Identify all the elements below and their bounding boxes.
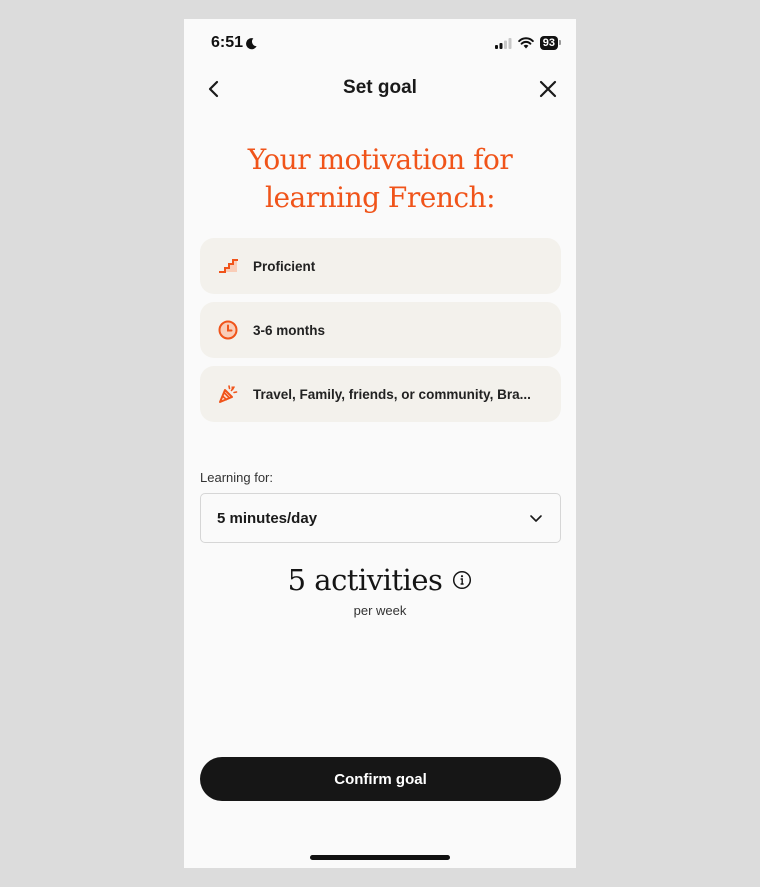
activities-subtitle: per week — [353, 603, 407, 618]
activities-summary: 5 activities — [184, 563, 576, 597]
card-label: Proficient — [253, 258, 316, 274]
stairs-icon — [219, 259, 238, 273]
info-icon[interactable] — [452, 570, 472, 590]
status-icons: 93 — [494, 36, 562, 50]
status-bar: 6:51 93 — [184, 19, 576, 69]
card-label: 3-6 months — [253, 322, 326, 338]
activities-count: 5 activities — [287, 563, 443, 597]
home-indicator[interactable] — [310, 855, 450, 860]
card-level[interactable]: Proficient — [200, 238, 561, 294]
phone-screen: 6:51 93 Set goal Your motivation for lea… — [184, 19, 576, 868]
status-time: 6:51 — [211, 34, 258, 52]
motivation-cards: Proficient 3-6 months Travel, Family, fr… — [200, 238, 561, 430]
nav-bar: Set goal — [184, 71, 576, 107]
battery-icon: 93 — [539, 36, 562, 50]
wifi-icon — [517, 37, 534, 49]
learning-duration-select[interactable]: 5 minutes/day — [200, 493, 561, 543]
select-value: 5 minutes/day — [217, 509, 318, 527]
headline-line-1: Your motivation for — [247, 143, 513, 176]
clock-icon — [218, 320, 238, 340]
confirm-goal-button[interactable]: Confirm goal — [200, 757, 561, 801]
moon-icon — [246, 37, 257, 49]
signal-icon — [494, 37, 512, 49]
motivation-headline: Your motivation for learning French: — [184, 141, 576, 217]
page-title: Set goal — [343, 77, 417, 98]
card-timeframe[interactable]: 3-6 months — [200, 302, 561, 358]
close-icon[interactable] — [536, 77, 560, 101]
time-text: 6:51 — [211, 34, 244, 51]
chevron-down-icon — [530, 515, 542, 522]
headline-line-2: learning French: — [264, 181, 496, 214]
card-label: Travel, Family, friends, or community, B… — [253, 386, 531, 402]
learning-for-label: Learning for: — [200, 470, 273, 485]
card-reasons[interactable]: Travel, Family, friends, or community, B… — [200, 366, 561, 422]
party-popper-icon — [219, 385, 238, 403]
